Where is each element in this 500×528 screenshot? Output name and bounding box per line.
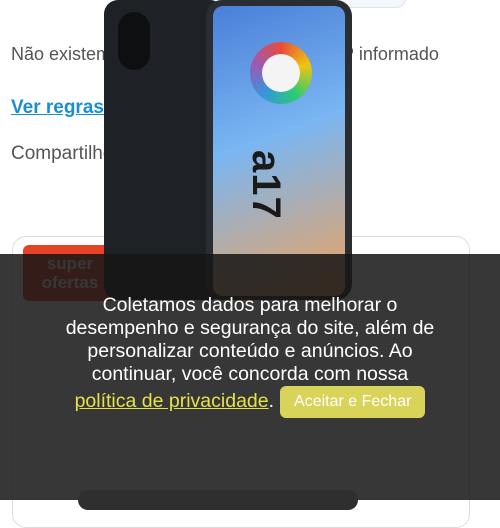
cookie-message-end: . [268, 390, 275, 413]
product-image-ring [250, 42, 312, 104]
accept-and-close-button[interactable]: Aceitar e Fechar [280, 386, 426, 418]
privacy-policy-link[interactable]: política de privacidade [75, 390, 269, 412]
cookie-consent-text: Coletamos dados para melhorar o desempen… [60, 294, 440, 418]
product-image-screen-text: a17 [244, 150, 288, 220]
product-image-camera [118, 12, 150, 70]
cookie-message: Coletamos dados para melhorar o desempen… [65, 294, 435, 385]
bottom-bar-pill[interactable] [78, 490, 358, 510]
share-label: Compartilhe: [11, 143, 119, 164]
cookie-consent-banner: Coletamos dados para melhorar o desempen… [0, 254, 500, 500]
